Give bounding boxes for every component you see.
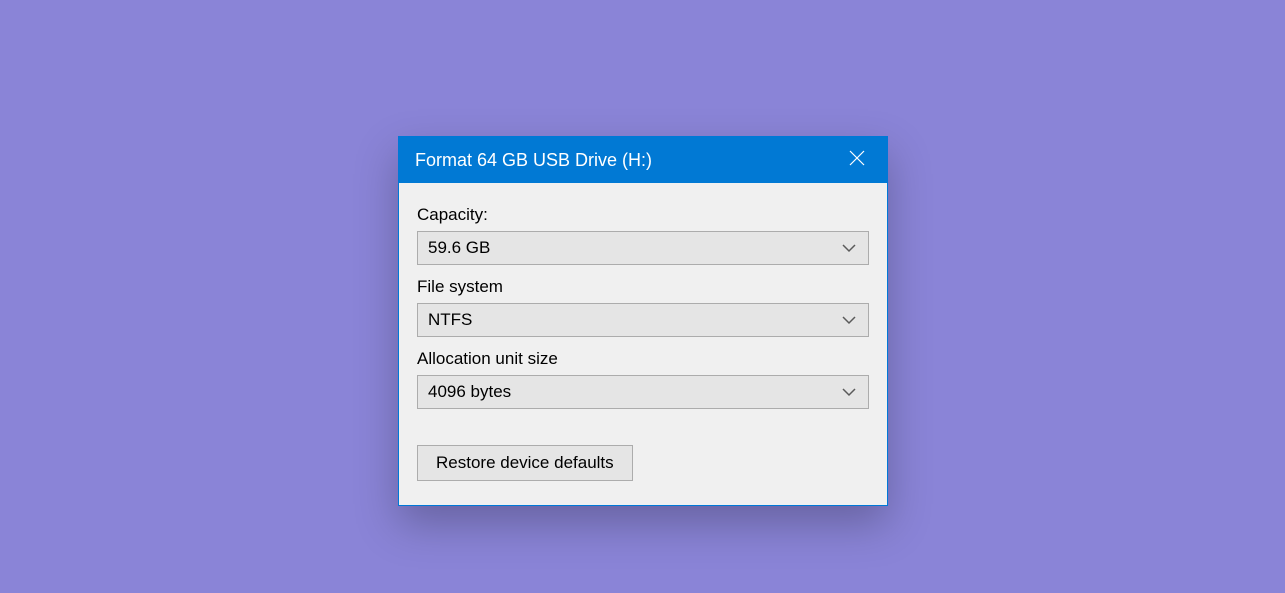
chevron-down-icon	[840, 311, 858, 329]
dialog-content: Capacity: 59.6 GB File system NTFS Alloc…	[399, 183, 887, 505]
restore-defaults-button[interactable]: Restore device defaults	[417, 445, 633, 481]
titlebar[interactable]: Format 64 GB USB Drive (H:)	[399, 137, 887, 183]
allocation-value: 4096 bytes	[428, 382, 511, 402]
chevron-down-icon	[840, 383, 858, 401]
format-dialog: Format 64 GB USB Drive (H:) Capacity: 59…	[398, 136, 888, 506]
capacity-select[interactable]: 59.6 GB	[417, 231, 869, 265]
capacity-label: Capacity:	[417, 205, 869, 225]
allocation-label: Allocation unit size	[417, 349, 869, 369]
filesystem-value: NTFS	[428, 310, 472, 330]
chevron-down-icon	[840, 239, 858, 257]
filesystem-select[interactable]: NTFS	[417, 303, 869, 337]
capacity-value: 59.6 GB	[428, 238, 490, 258]
close-icon	[849, 150, 865, 171]
filesystem-label: File system	[417, 277, 869, 297]
window-title: Format 64 GB USB Drive (H:)	[415, 150, 652, 171]
allocation-select[interactable]: 4096 bytes	[417, 375, 869, 409]
close-button[interactable]	[827, 137, 887, 183]
